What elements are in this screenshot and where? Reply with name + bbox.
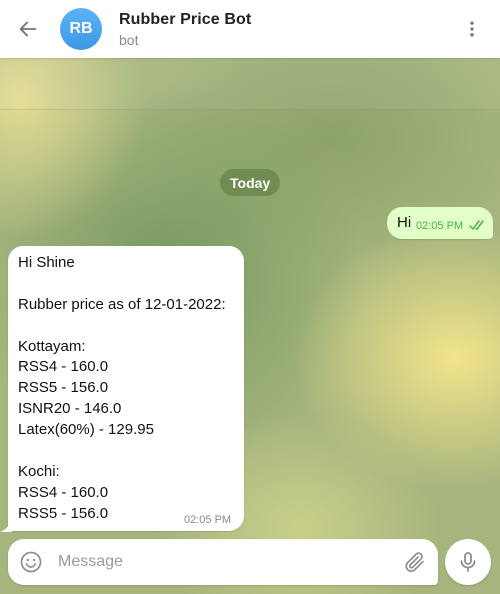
message-line: ISNR20 - 146.0 <box>18 400 122 418</box>
more-vertical-icon <box>470 21 474 37</box>
message-line: Hi Shine <box>18 254 75 271</box>
message-line <box>18 441 226 462</box>
incoming-message[interactable]: Hi Shine Rubber price as of 12-01-2022: … <box>8 246 244 531</box>
chat-subtitle: bot <box>119 31 139 48</box>
message-line: RSS4 - 160.0 <box>18 483 109 501</box>
message-composer <box>8 539 438 585</box>
message-line: RSS4 - 160.0 <box>18 358 109 376</box>
message-text: Hi <box>397 214 412 231</box>
chat-header: RB Rubber Price Bot bot <box>0 0 500 58</box>
more-menu-button[interactable] <box>454 11 490 47</box>
message-line <box>18 316 226 337</box>
message-line: Kochi: <box>18 462 60 480</box>
avatar[interactable]: RB <box>60 8 102 50</box>
chat-info[interactable]: Rubber Price Bot bot <box>119 11 454 48</box>
microphone-icon <box>460 552 476 572</box>
smile-icon[interactable] <box>19 550 43 574</box>
date-separator: Today <box>220 169 281 196</box>
chat-title: Rubber Price Bot <box>119 10 252 28</box>
bubble-tail <box>0 520 12 532</box>
message-input[interactable] <box>58 547 388 577</box>
paperclip-icon[interactable] <box>403 550 427 574</box>
pinned-area <box>0 58 500 110</box>
message-line: Latex(60%) - 129.95 <box>18 421 154 439</box>
message-line <box>18 274 226 295</box>
message-time: 02:05 PM <box>416 220 464 232</box>
chat-background: Today Hi 02:05 PM Hi Shine Rubber price … <box>0 58 500 594</box>
arrow-left-icon <box>19 21 37 37</box>
message-time: 02:05 PM <box>184 514 232 526</box>
voice-record-button[interactable] <box>445 539 491 585</box>
message-line: Kottayam: <box>18 337 86 355</box>
message-body: Hi Shine Rubber price as of 12-01-2022: … <box>18 253 226 525</box>
double-check-icon <box>469 220 484 230</box>
outgoing-message[interactable]: Hi 02:05 PM <box>387 207 493 239</box>
message-line: Rubber price as of 12-01-2022: <box>18 295 226 313</box>
message-line: RSS5 - 156.0 <box>18 379 109 397</box>
back-button[interactable] <box>9 10 47 48</box>
